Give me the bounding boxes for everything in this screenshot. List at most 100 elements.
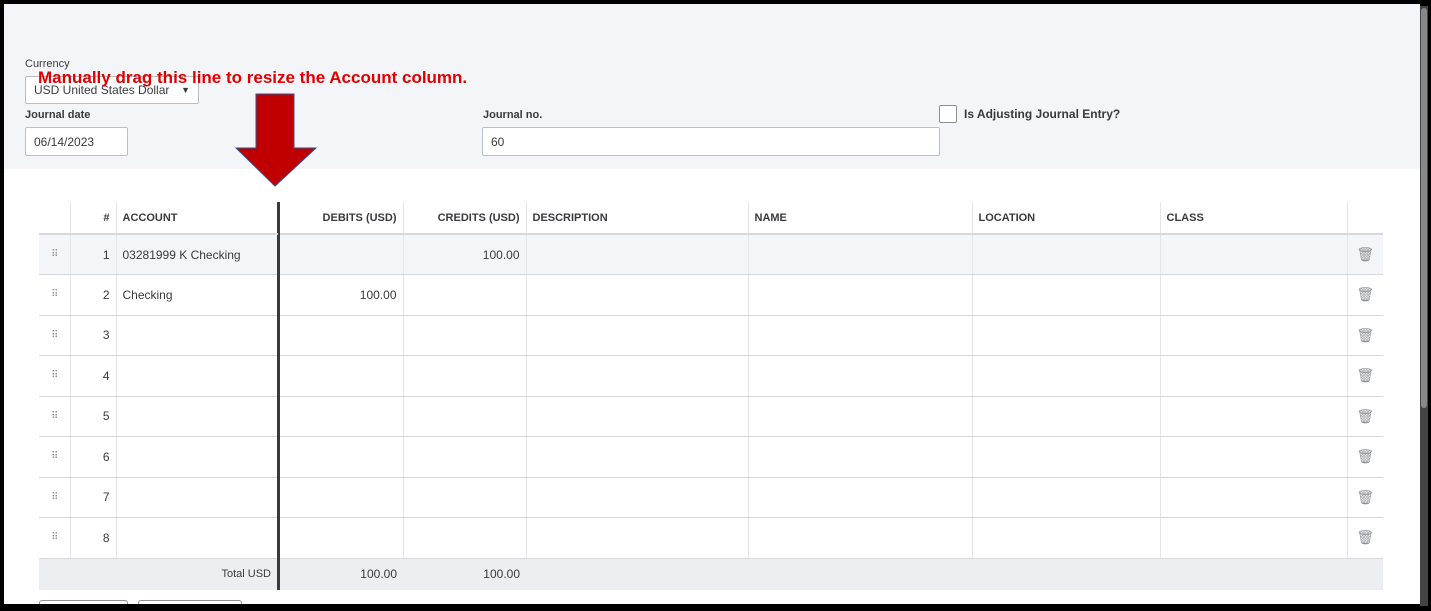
- table-row: ⠿ 1 03281999 K Checking 100.00 🗑: [39, 234, 1383, 275]
- account-cell[interactable]: [115, 436, 279, 478]
- name-cell[interactable]: [747, 396, 972, 437]
- location-cell[interactable]: [971, 234, 1160, 275]
- credit-cell[interactable]: [402, 517, 526, 559]
- location-cell[interactable]: [971, 436, 1160, 478]
- header-account[interactable]: ACCOUNT: [115, 202, 279, 235]
- journal-date-label: Journal date: [25, 109, 91, 121]
- name-cell[interactable]: [747, 315, 972, 356]
- name-cell[interactable]: [747, 355, 972, 397]
- drag-handle-icon[interactable]: ⠿: [39, 274, 70, 316]
- credit-cell[interactable]: 100.00: [402, 234, 526, 275]
- journal-date-input[interactable]: 06/14/2023: [25, 127, 128, 156]
- class-cell[interactable]: [1159, 355, 1347, 397]
- debit-cell[interactable]: [277, 477, 403, 518]
- credit-cell[interactable]: [402, 274, 526, 316]
- header-debits: DEBITS (USD): [277, 202, 403, 235]
- line-number: 8: [69, 517, 116, 559]
- trash-icon[interactable]: 🗑: [1346, 315, 1383, 356]
- class-cell[interactable]: [1159, 315, 1347, 356]
- class-cell[interactable]: [1159, 517, 1347, 559]
- name-cell[interactable]: [747, 517, 972, 559]
- account-cell[interactable]: Checking: [115, 274, 279, 316]
- account-cell[interactable]: [115, 315, 279, 356]
- account-cell[interactable]: [115, 355, 279, 397]
- account-cell[interactable]: 03281999 K Checking: [115, 234, 279, 275]
- account-column-resize-handle[interactable]: [278, 202, 280, 590]
- adjusting-label: Is Adjusting Journal Entry?: [964, 107, 1121, 121]
- header-actions: [1346, 202, 1383, 235]
- name-cell[interactable]: [747, 274, 972, 316]
- location-cell[interactable]: [971, 477, 1160, 518]
- drag-handle-icon[interactable]: ⠿: [39, 355, 70, 397]
- trash-icon[interactable]: 🗑: [1346, 355, 1383, 397]
- drag-handle-icon[interactable]: ⠿: [39, 396, 70, 437]
- class-cell[interactable]: [1159, 234, 1347, 275]
- credit-cell[interactable]: [402, 477, 526, 518]
- class-cell[interactable]: [1159, 436, 1347, 478]
- header-class: CLASS: [1159, 202, 1347, 235]
- trash-icon[interactable]: 🗑: [1346, 477, 1383, 518]
- trash-icon[interactable]: 🗑: [1346, 436, 1383, 478]
- drag-handle-icon[interactable]: ⠿: [39, 234, 70, 275]
- trash-icon[interactable]: 🗑: [1346, 274, 1383, 316]
- class-cell[interactable]: [1159, 477, 1347, 518]
- description-cell[interactable]: [525, 234, 748, 275]
- class-cell[interactable]: [1159, 396, 1347, 437]
- trash-icon[interactable]: 🗑: [1346, 517, 1383, 559]
- credit-cell[interactable]: [402, 315, 526, 356]
- table-row: ⠿ 7 🗑: [39, 477, 1383, 518]
- debit-cell[interactable]: [277, 396, 403, 437]
- location-cell[interactable]: [971, 315, 1160, 356]
- description-cell[interactable]: [525, 315, 748, 356]
- account-cell[interactable]: [115, 396, 279, 437]
- line-number: 4: [69, 355, 116, 397]
- drag-handle-icon[interactable]: ⠿: [39, 517, 70, 559]
- line-number: 6: [69, 436, 116, 478]
- table-row: ⠿ 5 🗑: [39, 396, 1383, 437]
- debit-cell[interactable]: [277, 315, 403, 356]
- credit-cell[interactable]: [402, 355, 526, 397]
- journal-no-label: Journal no.: [483, 109, 543, 121]
- name-cell[interactable]: [747, 477, 972, 518]
- name-cell[interactable]: [747, 436, 972, 478]
- debit-cell[interactable]: 100.00: [277, 274, 403, 316]
- total-row: Total USD 100.00 100.00: [39, 558, 1383, 590]
- description-cell[interactable]: [525, 436, 748, 478]
- name-cell[interactable]: [747, 234, 972, 275]
- scrollbar-thumb[interactable]: [1421, 8, 1427, 408]
- footer-button-1[interactable]: [39, 600, 128, 604]
- location-cell[interactable]: [971, 274, 1160, 316]
- location-cell[interactable]: [971, 396, 1160, 437]
- description-cell[interactable]: [525, 355, 748, 397]
- total-spacer: [526, 558, 1383, 590]
- trash-icon[interactable]: 🗑: [1346, 396, 1383, 437]
- class-cell[interactable]: [1159, 274, 1347, 316]
- location-cell[interactable]: [971, 355, 1160, 397]
- description-cell[interactable]: [525, 517, 748, 559]
- journal-no-input[interactable]: 60: [482, 127, 940, 156]
- adjusting-checkbox[interactable]: [939, 105, 957, 123]
- drag-handle-icon[interactable]: ⠿: [39, 315, 70, 356]
- debit-cell[interactable]: [277, 355, 403, 397]
- annotation-text: Manually drag this line to resize the Ac…: [38, 68, 468, 87]
- credit-cell[interactable]: [402, 396, 526, 437]
- debit-cell[interactable]: [277, 234, 403, 275]
- account-cell[interactable]: [115, 477, 279, 518]
- total-label: Total USD: [39, 558, 279, 590]
- description-cell[interactable]: [525, 477, 748, 518]
- description-cell[interactable]: [525, 274, 748, 316]
- account-cell[interactable]: [115, 517, 279, 559]
- credit-cell[interactable]: [402, 436, 526, 478]
- journal-entry-form: Currency USD United States Dollar ▼ Journ…: [4, 4, 1420, 604]
- drag-handle-icon[interactable]: ⠿: [39, 436, 70, 478]
- footer-button-2[interactable]: [138, 600, 242, 604]
- line-number: 1: [69, 234, 116, 275]
- drag-handle-icon[interactable]: ⠿: [39, 477, 70, 518]
- debit-cell[interactable]: [277, 517, 403, 559]
- debit-cell[interactable]: [277, 436, 403, 478]
- description-cell[interactable]: [525, 396, 748, 437]
- trash-icon[interactable]: 🗑: [1346, 234, 1383, 275]
- header-credits: CREDITS (USD): [402, 202, 526, 235]
- location-cell[interactable]: [971, 517, 1160, 559]
- line-number: 2: [69, 274, 116, 316]
